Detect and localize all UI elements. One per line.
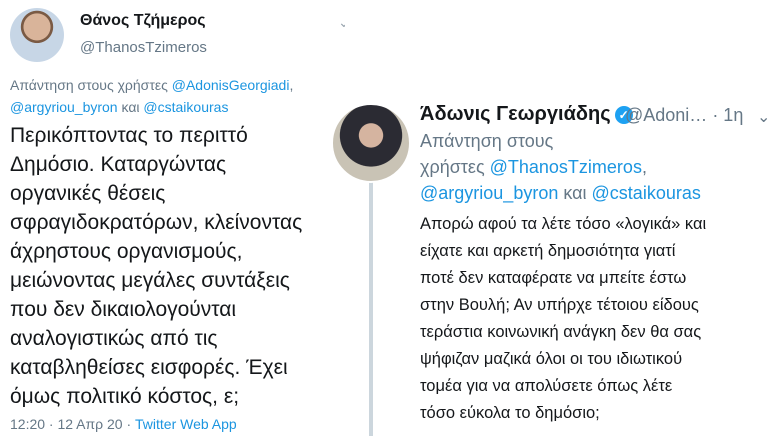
tweet-timestamp[interactable]: 12:20 · 12 Απρ 20 · bbox=[10, 416, 135, 432]
tweet-line: Περικόπτοντας το περιττό bbox=[10, 124, 248, 147]
tweet-line: οργανικές θέσεις bbox=[10, 182, 166, 205]
reply-separator: , bbox=[289, 77, 294, 93]
mention-adonis[interactable]: @AdonisGeorgiadi bbox=[172, 77, 290, 93]
tweet-line: μειώνοντας μεγάλες συντάξεις bbox=[10, 269, 290, 292]
tweet-line: είχατε και αρκετή δημοσιότητα γιατί bbox=[420, 242, 676, 260]
author-handle[interactable]: @ThanosTzimeros bbox=[80, 39, 207, 56]
author-name[interactable]: Άδωνις Γεωργιάδης ✓ bbox=[420, 103, 633, 126]
author-handle-text[interactable]: @Adoni… bbox=[625, 105, 707, 125]
tweet-line: που δεν δικαιολογούνται bbox=[10, 298, 237, 321]
tweet-line: όμως πολιτικό κόστος, ε; bbox=[10, 385, 240, 408]
tweet-line: ποτέ δεν καταφέρατε να μπείτε έστω bbox=[420, 269, 687, 287]
author-name[interactable]: Θάνος Τζήμερος bbox=[80, 12, 206, 30]
mention-cstaikouras[interactable]: @cstaikouras bbox=[143, 99, 228, 115]
tweet-line: τεράστια κοινωνική ανάγκη δεν θα σας bbox=[420, 323, 702, 341]
tweet-line: σφραγιδοκρατόρων, κλείνοντας bbox=[10, 211, 303, 234]
mention-argyriou[interactable]: @argyriou_byron bbox=[420, 183, 558, 203]
chevron-down-icon[interactable]: ⌄ bbox=[757, 107, 770, 127]
tweet-line: Απορώ αφού τα λέτε τόσο «λογικά» και bbox=[420, 215, 707, 233]
avatar-adonis[interactable] bbox=[331, 103, 411, 183]
reply-prefix: χρήστες bbox=[420, 157, 490, 177]
tweet-text: Περικόπτοντας το περιττό Δημόσιο. Καταργ… bbox=[10, 121, 345, 411]
author-name-text: Άδωνις Γεωργιάδης bbox=[420, 103, 611, 125]
tweet-meta: 12:20 · 12 Απρ 20 · Twitter Web App bbox=[10, 416, 237, 432]
reply-prefix: Απάντηση στους bbox=[420, 131, 554, 151]
reply-and: και bbox=[558, 183, 592, 203]
mention-argyriou[interactable]: @argyriou_byron bbox=[10, 99, 118, 115]
left-tweet: Θάνος Τζήμερος @ThanosTzimeros ⌄ Απάντησ… bbox=[0, 0, 345, 436]
tweet-line: Δημόσιο. Καταργώντας bbox=[10, 153, 227, 176]
author-handle: @Adoni… · 1η bbox=[625, 105, 743, 126]
reply-separator: , bbox=[641, 157, 647, 177]
tweet-line: καταβληθείσες εισφορές. Έχει bbox=[10, 356, 288, 379]
tweet-line: αναλογιστικώς από τις bbox=[10, 327, 218, 350]
tweet-line: ψήφιζαν μαζικά όλοι οι του ιδιωτικού bbox=[420, 350, 683, 368]
tweet-age[interactable]: · 1η bbox=[707, 105, 743, 125]
mention-thanos[interactable]: @ThanosTzimeros bbox=[490, 157, 642, 177]
thread-line bbox=[369, 176, 373, 436]
tweet-line: άχρηστους οργανισμούς, bbox=[10, 240, 243, 263]
tweet-line: στην Βουλή; Αν υπήρχε τέτοιου είδους bbox=[420, 296, 699, 314]
tweet-text: Απορώ αφού τα λέτε τόσο «λογικά» και είχ… bbox=[420, 211, 780, 427]
tweet-line: τόσο εύκολα το δημόσιο; bbox=[420, 404, 600, 422]
reply-to-line: Απάντηση στους χρήστες @ThanosTzimeros, … bbox=[420, 128, 770, 206]
mention-cstaikouras[interactable]: @cstaikouras bbox=[592, 183, 701, 203]
reply-to-line: Απάντηση στους χρήστες @AdonisGeorgiadi,… bbox=[10, 74, 345, 118]
tweet-source[interactable]: Twitter Web App bbox=[135, 416, 237, 432]
avatar-thanos[interactable] bbox=[10, 8, 64, 62]
chevron-down-icon[interactable]: ⌄ bbox=[338, 14, 345, 31]
reply-and: και bbox=[117, 99, 144, 115]
reply-prefix: Απάντηση στους χρήστες bbox=[10, 77, 172, 93]
tweet-line: τομέα για να απολύσετε όπως λέτε bbox=[420, 377, 673, 395]
